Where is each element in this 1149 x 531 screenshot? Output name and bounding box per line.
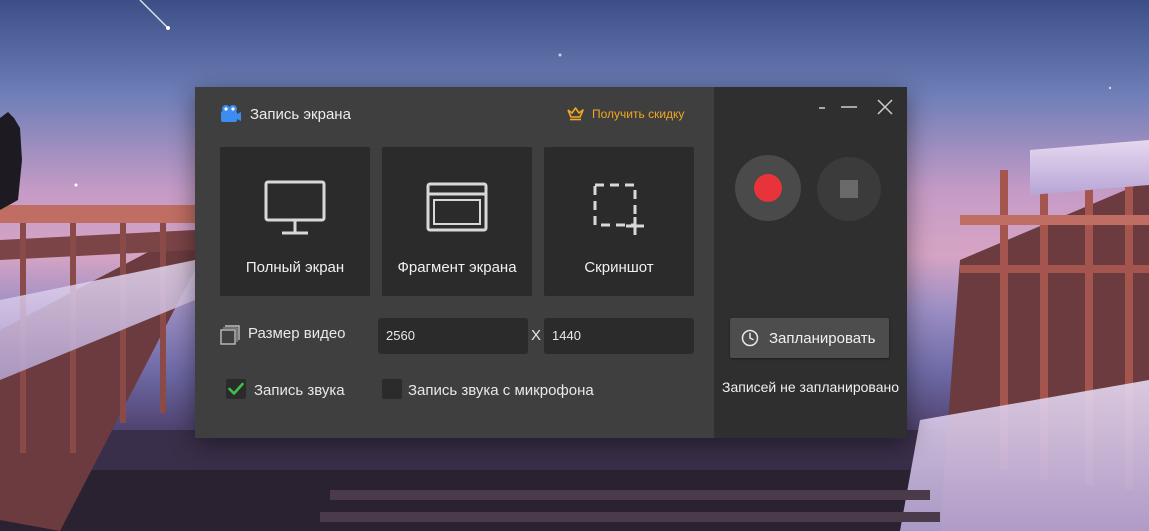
stop-icon	[840, 180, 858, 198]
microphone-label: Запись звука с микрофона	[408, 382, 594, 399]
app-title: Запись экрана	[250, 106, 351, 123]
full-screen-label: Полный экран	[245, 259, 345, 276]
screen-recorder-window: Запись экрана Получить скидку Полный экр…	[195, 87, 907, 438]
screen-fragment-label: Фрагмент экрана	[397, 259, 517, 276]
camera-logo-icon	[221, 105, 241, 122]
video-size-label: Размер видео	[248, 325, 346, 342]
video-height-input[interactable]: 1440	[544, 318, 694, 354]
schedule-button[interactable]: Запланировать	[730, 318, 889, 358]
video-width-input[interactable]: 2560	[378, 318, 528, 354]
clock-icon	[741, 329, 759, 347]
get-discount-link[interactable]: Получить скидку	[567, 107, 684, 121]
minimize-icon[interactable]	[814, 97, 834, 117]
monitor-icon	[264, 180, 326, 235]
microphone-checkbox[interactable]	[382, 379, 402, 399]
window-fragment-icon	[426, 182, 488, 232]
schedule-status-text: Записей не запланировано	[722, 379, 899, 395]
video-size-icon	[220, 325, 240, 345]
screen-fragment-tile[interactable]: Фрагмент экрана	[382, 147, 532, 296]
dash-icon[interactable]	[839, 97, 859, 117]
record-button[interactable]	[735, 155, 801, 221]
screenshot-label: Скриншот	[584, 259, 654, 276]
record-icon	[754, 174, 782, 202]
dimension-separator: X	[531, 327, 542, 344]
recording-controls-panel: Запланировать Записей не запланировано	[714, 87, 907, 438]
close-icon[interactable]	[875, 97, 895, 117]
screenshot-tile[interactable]: Скриншот	[544, 147, 694, 296]
schedule-label: Запланировать	[769, 330, 876, 347]
full-screen-tile[interactable]: Полный экран	[220, 147, 370, 296]
screenshot-crop-icon	[593, 183, 644, 235]
system-sound-checkbox[interactable]	[226, 379, 246, 399]
checkmark-icon	[228, 382, 244, 395]
crown-icon	[567, 107, 584, 121]
get-discount-label: Получить скидку	[592, 107, 685, 121]
stop-button[interactable]	[817, 157, 881, 221]
system-sound-label: Запись звука	[254, 382, 345, 399]
